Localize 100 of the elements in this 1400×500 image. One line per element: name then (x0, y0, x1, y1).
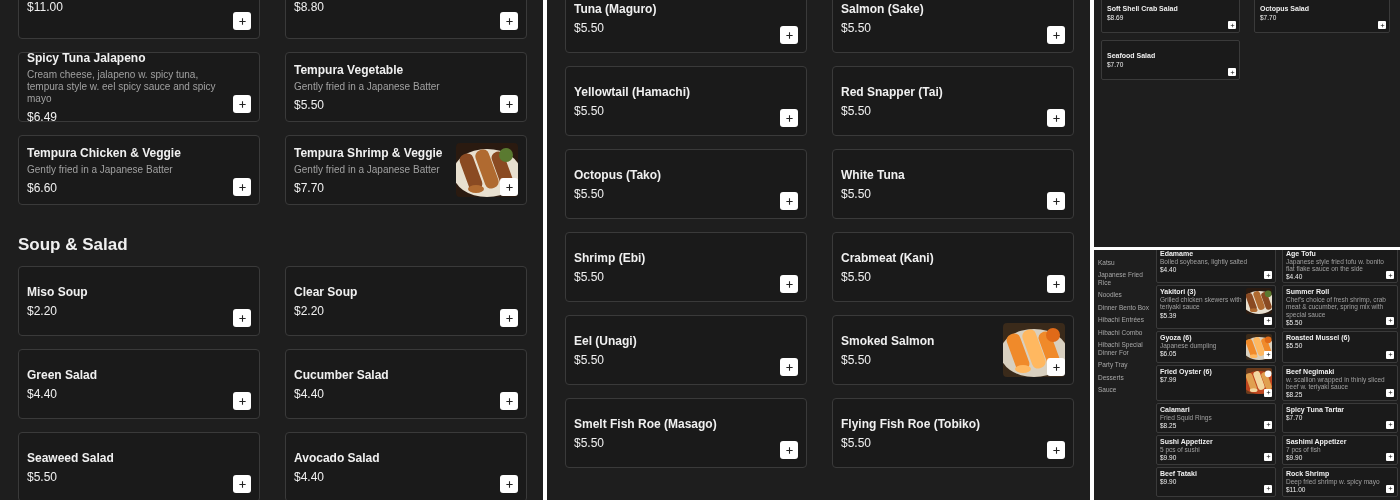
add-button[interactable] (233, 309, 251, 327)
plus-icon (1265, 390, 1271, 396)
add-button[interactable] (1047, 275, 1065, 293)
plus-icon (504, 99, 514, 109)
add-button[interactable] (780, 26, 798, 44)
add-button[interactable] (233, 95, 251, 113)
add-button[interactable] (233, 178, 251, 196)
menu-item-card[interactable]: Cucumber Salad $4.40 (285, 349, 527, 419)
item-price: $5.50 (27, 469, 58, 484)
menu-item-card[interactable]: Red Snapper (Tai) $5.50 (832, 66, 1074, 136)
plus-icon (1051, 362, 1061, 372)
plus-icon (1265, 486, 1271, 492)
plus-icon (784, 279, 794, 289)
plus-icon (1387, 390, 1393, 396)
menu-item-card[interactable]: Salmon (Sake) $5.50 (832, 0, 1074, 53)
add-button[interactable] (233, 475, 251, 493)
menu-item-card[interactable]: $11.00 (18, 0, 260, 39)
menu-item-card[interactable]: Yellowtail (Hamachi) $5.50 (565, 66, 807, 136)
add-button[interactable] (233, 392, 251, 410)
plus-icon (784, 445, 794, 455)
item-price: $7.70 (294, 180, 325, 195)
add-button[interactable] (500, 95, 518, 113)
item-description: Cream cheese, jalapeno w. spicy tuna, tempura style w. eel spicy sauce and spicy mayo (27, 68, 217, 105)
menu-item-card[interactable]: Spicy Tuna Jalapeno Cream cheese, jalapeno w. spicy tuna, tempura style w. eel spicy sauce and spicy mayo $6.49 (18, 52, 260, 122)
item-price: $6.60 (27, 180, 58, 195)
plus-icon (1051, 113, 1061, 123)
add-button[interactable] (1264, 271, 1272, 280)
item-price: $4.40 (294, 469, 325, 484)
menu-item-card[interactable]: Octopus (Tako) $5.50 (565, 149, 807, 219)
plus-icon (237, 99, 247, 109)
menu-item-card[interactable]: Tempura Vegetable Gently fried in a Japanese Batter $5.50 (285, 52, 527, 122)
plus-icon (784, 30, 794, 40)
plus-icon (784, 196, 794, 206)
plus-icon (237, 396, 247, 406)
plus-icon (504, 396, 514, 406)
add-button[interactable] (780, 192, 798, 210)
menu-item-card[interactable]: Miso Soup $2.20 (18, 266, 260, 336)
item-price: $8.80 (294, 0, 325, 14)
item-name: White Tuna (841, 167, 906, 182)
add-button[interactable] (780, 275, 798, 293)
add-button[interactable] (1264, 316, 1272, 325)
item-name: Red Snapper (Tai) (841, 84, 944, 99)
menu-item-card[interactable]: Tempura Shrimp & Veggie Gently fried in a Japanese Batter $7.70 (285, 135, 527, 205)
item-name: Tempura Shrimp & Veggie (294, 145, 444, 160)
menu-item-card[interactable]: Tuna (Maguro) $5.50 (565, 0, 807, 53)
add-button[interactable] (1047, 192, 1065, 210)
menu-item-card[interactable]: White Tuna $5.50 (832, 149, 1074, 219)
plus-icon (1387, 486, 1393, 492)
plus-icon (1265, 454, 1271, 460)
menu-item-card[interactable]: Flying Fish Roe (Tobiko) $5.50 (832, 398, 1074, 468)
item-name: Crabmeat (Kani) (841, 250, 935, 265)
menu-item-card[interactable]: Smelt Fish Roe (Masago) $5.50 (565, 398, 807, 468)
plus-icon (1379, 22, 1385, 28)
item-name: Smoked Salmon (841, 333, 936, 348)
item-price: $6.49 (27, 109, 58, 124)
menu-item-card[interactable]: Avocado Salad $4.40 (285, 432, 527, 500)
menu-item-card[interactable]: Clear Soup $2.20 (285, 266, 527, 336)
item-name: Miso Soup (27, 284, 89, 299)
add-button[interactable] (500, 475, 518, 493)
plus-icon (1051, 30, 1061, 40)
plus-icon (1387, 454, 1393, 460)
add-button[interactable] (1386, 350, 1394, 359)
plus-icon (784, 362, 794, 372)
plus-icon (1051, 279, 1061, 289)
add-button[interactable] (500, 392, 518, 410)
plus-icon (1387, 272, 1393, 278)
add-button[interactable] (1386, 271, 1394, 280)
item-price: $5.50 (841, 435, 872, 450)
item-price: $5.50 (574, 269, 605, 284)
item-price: $5.50 (574, 103, 605, 118)
item-price: $11.00 (27, 0, 63, 14)
item-price: $5.50 (294, 97, 325, 112)
plus-icon (1387, 352, 1393, 358)
menu-item-card[interactable]: $8.80 (285, 0, 527, 39)
add-button[interactable] (1047, 441, 1065, 459)
add-button[interactable] (1386, 316, 1394, 325)
add-button[interactable] (780, 441, 798, 459)
plus-icon (1265, 352, 1271, 358)
item-price: $5.50 (841, 103, 872, 118)
add-button[interactable] (1047, 358, 1065, 376)
add-button[interactable] (233, 12, 251, 30)
add-button[interactable] (1047, 26, 1065, 44)
item-name: Seaweed Salad (27, 450, 115, 465)
menu-item-card[interactable]: Smoked Salmon $5.50 (832, 315, 1074, 385)
plus-icon (1051, 445, 1061, 455)
menu-item-card[interactable]: Eel (Unagi) $5.50 (565, 315, 807, 385)
add-button[interactable] (780, 358, 798, 376)
add-button[interactable] (500, 309, 518, 327)
item-description: Gently fried in a Japanese Batter (294, 80, 441, 93)
menu-item-card[interactable]: Tempura Chicken & Veggie Gently fried in a Japanese Batter $6.60 (18, 135, 260, 205)
item-price: $5.50 (841, 269, 872, 284)
menu-item-card[interactable]: Crabmeat (Kani) $5.50 (832, 232, 1074, 302)
add-button[interactable] (1047, 109, 1065, 127)
item-name: Green Salad (27, 367, 99, 382)
menu-item-card[interactable]: Shrimp (Ebi) $5.50 (565, 232, 807, 302)
add-button[interactable] (500, 12, 518, 30)
add-button[interactable] (500, 178, 518, 196)
menu-item-card[interactable]: Seaweed Salad $5.50 (18, 432, 260, 500)
add-button[interactable] (780, 109, 798, 127)
menu-item-card[interactable]: Green Salad $4.40 (18, 349, 260, 419)
